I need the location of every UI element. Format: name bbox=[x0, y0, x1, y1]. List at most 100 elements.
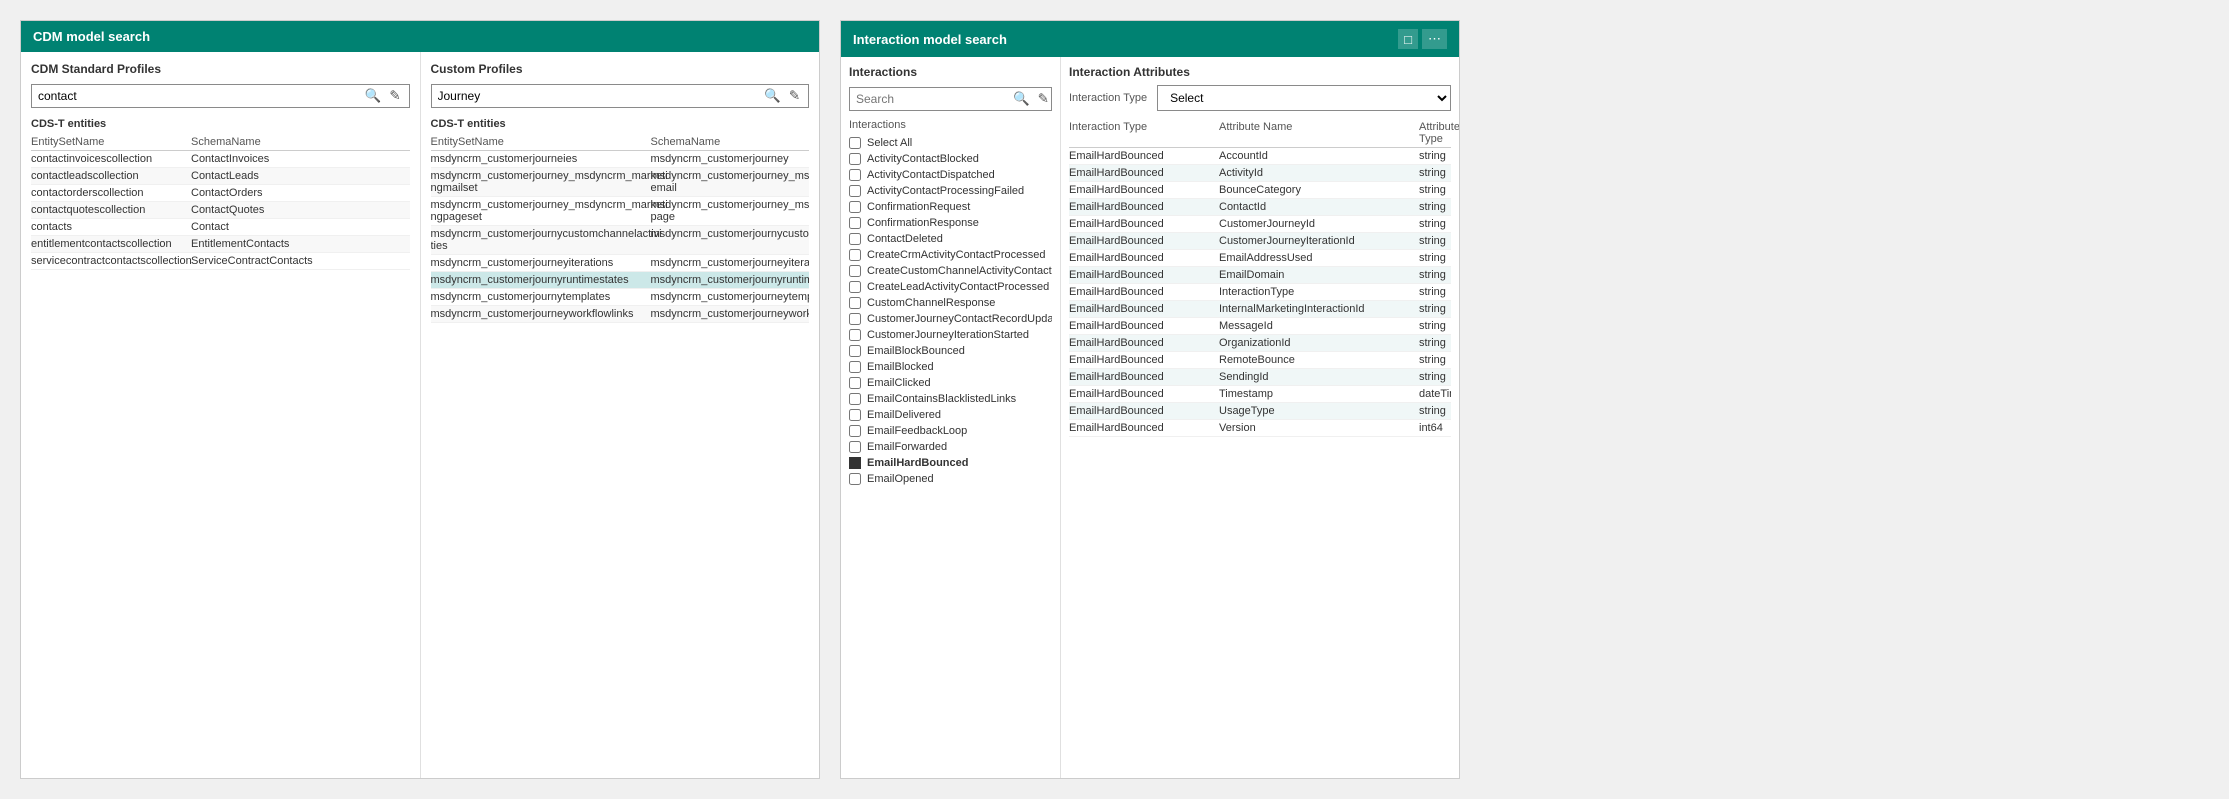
interaction-checkbox[interactable] bbox=[849, 473, 861, 485]
select-filter-bar: Interaction Type Select bbox=[1069, 85, 1451, 111]
attr-row[interactable]: EmailHardBouncedVersionint64 bbox=[1069, 420, 1451, 437]
interactions-search-input[interactable] bbox=[856, 92, 1011, 106]
cdm-standard-entities-label: CDS-T entities bbox=[31, 118, 410, 130]
interaction-checkbox[interactable] bbox=[849, 185, 861, 197]
cdm-panel-title: CDM model search bbox=[33, 29, 150, 44]
attr-row[interactable]: EmailHardBouncedEmailDomainstring bbox=[1069, 267, 1451, 284]
table-row[interactable]: contactorderscollectionContactOrders bbox=[31, 185, 410, 202]
interaction-list-item[interactable]: EmailClicked bbox=[849, 375, 1052, 391]
interaction-checkbox[interactable] bbox=[849, 393, 861, 405]
cdm-panel-header: CDM model search bbox=[21, 21, 819, 52]
attr-row[interactable]: EmailHardBouncedInternalMarketingInterac… bbox=[1069, 301, 1451, 318]
table-row[interactable]: msdyncrm_customerjournytemplatesmsdyncrm… bbox=[431, 289, 810, 306]
attr-row[interactable]: EmailHardBouncedContactIdstring bbox=[1069, 199, 1451, 216]
attr-row[interactable]: EmailHardBouncedActivityIdstring bbox=[1069, 165, 1451, 182]
interaction-checkbox[interactable] bbox=[849, 281, 861, 293]
interaction-checkbox[interactable] bbox=[849, 249, 861, 261]
cdm-standard-table-rows: contactinvoicescollectionContactInvoices… bbox=[31, 151, 410, 768]
interactions-left-title: Interactions bbox=[849, 65, 1052, 79]
attr-row[interactable]: EmailHardBouncedEmailAddressUsedstring bbox=[1069, 250, 1451, 267]
cdm-standard-table-header: EntitySetName SchemaName bbox=[31, 134, 410, 151]
attr-row[interactable]: EmailHardBouncedSendingIdstring bbox=[1069, 369, 1451, 386]
interaction-list-item[interactable]: ActivityContactDispatched bbox=[849, 167, 1052, 183]
interaction-checkbox[interactable] bbox=[849, 217, 861, 229]
cdm-standard-search-input[interactable] bbox=[38, 89, 363, 103]
interaction-checkbox[interactable] bbox=[849, 313, 861, 325]
interaction-checkbox[interactable] bbox=[849, 345, 861, 357]
table-row[interactable]: msdyncrm_customerjournycustomchannelacti… bbox=[431, 226, 810, 255]
table-row[interactable]: msdyncrm_customerjourneyiterationsmsdync… bbox=[431, 255, 810, 272]
interactions-search-button[interactable]: 🔍 bbox=[1011, 91, 1032, 107]
cdm-custom-search-input[interactable] bbox=[438, 89, 763, 103]
interaction-select-all[interactable]: Select All bbox=[849, 135, 1052, 151]
cdm-custom-table-rows: msdyncrm_customerjourneiesmsdyncrm_custo… bbox=[431, 151, 810, 768]
interaction-list-item[interactable]: EmailDelivered bbox=[849, 407, 1052, 423]
table-row[interactable]: msdyncrm_customerjourneiesmsdyncrm_custo… bbox=[431, 151, 810, 168]
attr-row[interactable]: EmailHardBouncedCustomerJourneyIdstring bbox=[1069, 216, 1451, 233]
interaction-checkbox[interactable] bbox=[849, 377, 861, 389]
attr-row[interactable]: EmailHardBouncedAccountIdstring bbox=[1069, 148, 1451, 165]
interaction-checkbox[interactable] bbox=[849, 201, 861, 213]
interaction-list-item[interactable]: ActivityContactBlocked bbox=[849, 151, 1052, 167]
cdm-custom-search-row: 🔍 ✎ bbox=[431, 84, 810, 108]
interaction-type-dropdown[interactable]: Select bbox=[1157, 85, 1451, 111]
table-row[interactable]: servicecontractcontactscollectionService… bbox=[31, 253, 410, 270]
interaction-checkbox[interactable] bbox=[849, 153, 861, 165]
interaction-list-item[interactable]: CustomerJourneyIterationStarted bbox=[849, 327, 1052, 343]
interaction-list-item[interactable]: EmailBlocked bbox=[849, 359, 1052, 375]
cdm-custom-filter-button[interactable]: ✎ bbox=[787, 88, 802, 104]
interaction-checkbox[interactable] bbox=[849, 233, 861, 245]
interaction-list-item[interactable]: CreateCrmActivityContactProcessed bbox=[849, 247, 1052, 263]
attr-row[interactable]: EmailHardBouncedOrganizationIdstring bbox=[1069, 335, 1451, 352]
interaction-list-item[interactable]: EmailHardBounced bbox=[849, 455, 1052, 471]
interaction-checkbox[interactable] bbox=[849, 361, 861, 373]
interaction-checkbox[interactable] bbox=[849, 297, 861, 309]
cdm-standard-filter-button[interactable]: ✎ bbox=[387, 88, 402, 104]
header-icons: □ ⋯ bbox=[1398, 29, 1447, 49]
cdm-standard-search-button[interactable]: 🔍 bbox=[363, 88, 384, 104]
interaction-list-item[interactable]: EmailFeedbackLoop bbox=[849, 423, 1052, 439]
table-row[interactable]: contactleadscollectionContactLeads bbox=[31, 168, 410, 185]
interaction-list-item[interactable]: EmailContainsBlacklistedLinks bbox=[849, 391, 1052, 407]
more-icon-button[interactable]: ⋯ bbox=[1422, 29, 1447, 49]
attr-row[interactable]: EmailHardBouncedUsageTypestring bbox=[1069, 403, 1451, 420]
interaction-list-item[interactable]: EmailForwarded bbox=[849, 439, 1052, 455]
interaction-list-item[interactable]: EmailBlockBounced bbox=[849, 343, 1052, 359]
interaction-list-item[interactable]: ConfirmationResponse bbox=[849, 215, 1052, 231]
table-row[interactable]: contactsContact bbox=[31, 219, 410, 236]
attr-row[interactable]: EmailHardBouncedBounceCategorystring bbox=[1069, 182, 1451, 199]
table-row[interactable]: msdyncrm_customerjournyruntimestatesmsdy… bbox=[431, 272, 810, 289]
table-row[interactable]: msdyncrm_customerjourney_msdyncrm_market… bbox=[431, 197, 810, 226]
attr-row[interactable]: EmailHardBouncedTimestampdateTimeOffset bbox=[1069, 386, 1451, 403]
attr-row[interactable]: EmailHardBouncedCustomerJourneyIteration… bbox=[1069, 233, 1451, 250]
table-row[interactable]: entitlementcontactscollectionEntitlement… bbox=[31, 236, 410, 253]
interaction-checkbox[interactable] bbox=[849, 441, 861, 453]
interaction-list-item[interactable]: ContactDeleted bbox=[849, 231, 1052, 247]
attr-row[interactable]: EmailHardBouncedMessageIdstring bbox=[1069, 318, 1451, 335]
interaction-list-item[interactable]: EmailOpened bbox=[849, 471, 1052, 487]
interaction-checkbox[interactable] bbox=[849, 409, 861, 421]
interaction-checkbox[interactable] bbox=[849, 265, 861, 277]
interaction-checkbox[interactable] bbox=[849, 169, 861, 181]
select-all-checkbox[interactable] bbox=[849, 137, 861, 149]
cdm-custom-search-button[interactable]: 🔍 bbox=[762, 88, 783, 104]
interaction-checkbox[interactable] bbox=[849, 329, 861, 341]
table-row[interactable]: contactquotescollectionContactQuotes bbox=[31, 202, 410, 219]
interaction-checkbox[interactable] bbox=[849, 425, 861, 437]
attr-row[interactable]: EmailHardBouncedInteractionTypestring bbox=[1069, 284, 1451, 301]
interaction-list-item[interactable]: ActivityContactProcessingFailed bbox=[849, 183, 1052, 199]
cdm-panel-content: CDM Standard Profiles 🔍 ✎ CDS-T entities… bbox=[21, 52, 819, 778]
attr-col-atype-label: Attribute Type bbox=[1419, 121, 1459, 145]
interactions-section-label: Interactions bbox=[849, 119, 1052, 131]
table-row[interactable]: contactinvoicescollectionContactInvoices bbox=[31, 151, 410, 168]
interactions-filter-button[interactable]: ✎ bbox=[1036, 91, 1051, 107]
attr-row[interactable]: EmailHardBouncedRemoteBouncestring bbox=[1069, 352, 1451, 369]
table-row[interactable]: msdyncrm_customerjourney_msdyncrm_market… bbox=[431, 168, 810, 197]
window-icon-button[interactable]: □ bbox=[1398, 29, 1418, 49]
interaction-list-item[interactable]: CustomerJourneyContactRecordUpdated bbox=[849, 311, 1052, 327]
table-row[interactable]: msdyncrm_customerjourneyworkflowlinksmsd… bbox=[431, 306, 810, 323]
interaction-list-item[interactable]: CreateLeadActivityContactProcessed bbox=[849, 279, 1052, 295]
interaction-list-item[interactable]: CreateCustomChannelActivityContactProc..… bbox=[849, 263, 1052, 279]
interaction-list-item[interactable]: ConfirmationRequest bbox=[849, 199, 1052, 215]
interaction-list-item[interactable]: CustomChannelResponse bbox=[849, 295, 1052, 311]
